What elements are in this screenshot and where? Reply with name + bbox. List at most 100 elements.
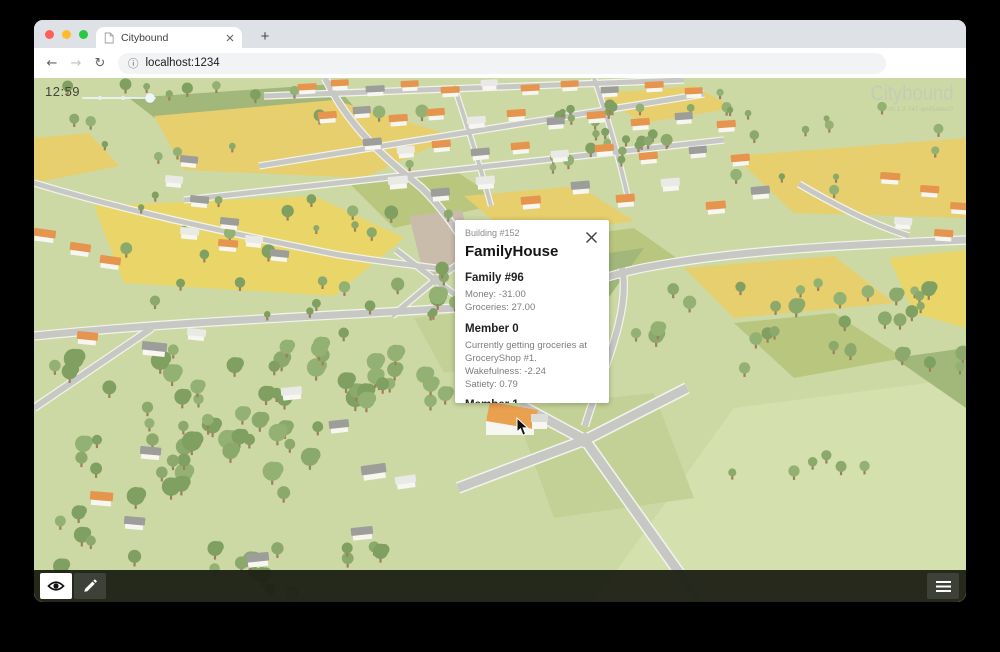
tree (263, 462, 282, 481)
tree (269, 424, 287, 442)
house (920, 185, 940, 198)
house (389, 114, 409, 127)
tab-close-icon[interactable] (226, 34, 234, 42)
house (950, 202, 966, 215)
tree (193, 394, 203, 404)
tree (906, 305, 919, 318)
house (706, 200, 727, 214)
house-roof (431, 187, 451, 197)
house (179, 155, 198, 168)
tree (143, 83, 150, 90)
reload-icon[interactable]: ↻ (88, 56, 112, 71)
tree (173, 147, 182, 156)
planning-tool-button[interactable] (74, 573, 106, 599)
tree (391, 278, 404, 291)
pencil-icon (82, 578, 98, 594)
tree (90, 463, 102, 475)
tree (102, 380, 116, 394)
tree (55, 516, 66, 527)
house-roof (920, 185, 939, 194)
house (471, 147, 491, 160)
tree (174, 389, 190, 405)
house (880, 172, 901, 185)
tree (281, 205, 293, 217)
new-tab-button[interactable]: + (254, 25, 276, 47)
tree (232, 429, 248, 445)
house-roof (389, 114, 408, 123)
tree (120, 242, 132, 254)
tree (917, 302, 925, 310)
house (595, 143, 615, 156)
citybound-logo: Citybound (871, 82, 954, 106)
tree (166, 90, 173, 97)
tree (423, 376, 439, 392)
tree (424, 394, 437, 407)
tab-citybound[interactable]: Citybound (96, 27, 242, 48)
tree (566, 105, 574, 113)
site-info-icon[interactable]: ⓘ (128, 56, 139, 71)
tree (250, 89, 261, 100)
close-window-button[interactable] (45, 30, 54, 39)
tree (252, 412, 268, 428)
tree (618, 147, 627, 156)
tree (351, 221, 358, 228)
tree (72, 505, 86, 519)
slider-tick[interactable] (98, 96, 102, 100)
tree (687, 104, 695, 112)
house (189, 195, 209, 208)
house (751, 185, 771, 199)
tree (788, 298, 803, 313)
house-roof (366, 85, 385, 92)
tree (839, 315, 851, 327)
tree (802, 126, 810, 134)
tree (168, 344, 179, 355)
house (318, 111, 338, 124)
tree (313, 225, 319, 231)
tree (207, 541, 222, 556)
tree (727, 107, 733, 113)
tree (258, 386, 274, 402)
tree (667, 283, 679, 295)
tree (788, 465, 799, 476)
tree (339, 281, 350, 292)
house-roof (571, 180, 591, 190)
close-icon[interactable] (585, 231, 598, 244)
zoom-window-button[interactable] (79, 30, 88, 39)
tree (146, 433, 159, 446)
house (331, 79, 350, 90)
tree (182, 82, 193, 93)
tree (62, 363, 78, 379)
tree (212, 81, 221, 90)
slider-handle[interactable] (145, 93, 155, 103)
tree (934, 124, 944, 134)
slider-tick[interactable] (121, 96, 125, 100)
inspection-tool-button[interactable] (40, 573, 72, 599)
tab-strip: Citybound + (34, 20, 966, 48)
tree (749, 332, 762, 345)
minimize-window-button[interactable] (62, 30, 71, 39)
house (388, 175, 409, 189)
tree (373, 106, 386, 119)
time-speed-slider[interactable] (82, 93, 156, 103)
house (246, 552, 270, 568)
back-icon[interactable]: ← (40, 56, 64, 71)
tree (347, 205, 358, 216)
tree (312, 421, 323, 432)
tree (338, 372, 355, 389)
tree (190, 379, 204, 393)
tree (358, 392, 375, 409)
page-background: { "browser": { "tab_title": "Citybound",… (0, 0, 1000, 652)
menu-button[interactable] (927, 573, 959, 599)
tree (222, 443, 238, 459)
house-roof (675, 112, 693, 120)
house-roof (427, 108, 445, 116)
house-roof (587, 111, 606, 120)
address-bar[interactable]: ⓘ localhost:1234 (118, 53, 886, 74)
tree (280, 340, 294, 354)
house (432, 139, 452, 152)
building-info-popup: Building #152 FamilyHouse Family #96 Mon… (455, 220, 609, 403)
house-roof (880, 172, 900, 181)
tree (127, 487, 145, 505)
house (934, 229, 954, 242)
forward-icon[interactable]: → (64, 56, 88, 71)
